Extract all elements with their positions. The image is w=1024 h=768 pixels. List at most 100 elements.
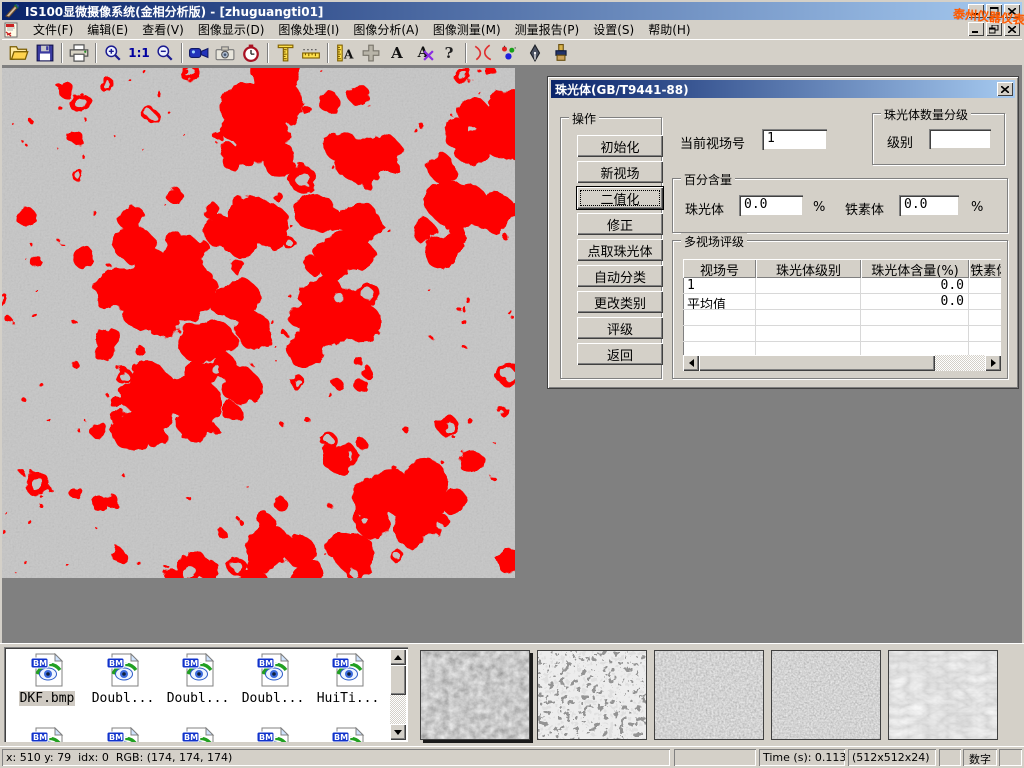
table-horizontal-scrollbar[interactable] <box>683 355 1001 371</box>
file-item[interactable]: Doubl... <box>88 653 158 706</box>
curve-measure-button[interactable] <box>470 41 496 65</box>
return-button[interactable]: 返回 <box>577 343 663 365</box>
pearlite-percent-input[interactable]: 0.0 <box>739 195 803 216</box>
operations-group-label: 操作 <box>569 110 599 127</box>
move-tool-button[interactable] <box>358 41 384 65</box>
initialize-button[interactable]: 初始化 <box>577 135 663 157</box>
scrollbar-thumb[interactable] <box>699 355 935 371</box>
actual-size-button[interactable]: 1:1 <box>126 41 152 65</box>
file-item[interactable] <box>163 727 233 742</box>
table-row[interactable]: 1 0.0 <box>683 278 1001 294</box>
delete-annotation-button[interactable]: A <box>410 41 436 65</box>
file-item[interactable]: Doubl... <box>238 653 308 706</box>
col-ferrite-content: 铁素体含量(%) <box>969 259 1001 278</box>
col-field-no: 视场号 <box>683 259 756 278</box>
app-icon <box>5 3 21 19</box>
title-bar: IS100显微摄像系统(金相分析版) - [zhuguangti01] <box>2 2 1022 20</box>
current-field-input[interactable]: 1 <box>762 129 827 150</box>
menu-bar: 文件(F) 编辑(E) 查看(V) 图像显示(D) 图像处理(I) 图像分析(A… <box>2 20 1022 39</box>
file-item[interactable]: Doubl... <box>163 653 233 706</box>
cell-grade <box>756 278 861 293</box>
correct-button[interactable]: 修正 <box>577 213 663 235</box>
zoom-in-button[interactable] <box>100 41 126 65</box>
file-item[interactable] <box>313 727 383 742</box>
menu-edit[interactable]: 编辑(E) <box>80 19 135 40</box>
toolbar-separator <box>61 43 63 63</box>
file-item[interactable] <box>238 727 308 742</box>
file-item[interactable] <box>12 727 82 742</box>
scroll-left-button[interactable] <box>683 355 699 371</box>
brush-tool-button[interactable] <box>548 41 574 65</box>
grade-button[interactable]: 评级 <box>577 317 663 339</box>
scrollbar-track[interactable] <box>935 355 985 371</box>
grade-level-group: 珠光体数量分级 级别 <box>872 113 1005 165</box>
menu-image-measure[interactable]: 图像测量(M) <box>426 19 508 40</box>
window-title: IS100显微摄像系统(金相分析版) - [zhuguangti01] <box>25 3 323 20</box>
scroll-down-button[interactable] <box>390 724 406 740</box>
thumbnail-3[interactable] <box>654 650 764 740</box>
change-class-button[interactable]: 更改类别 <box>577 291 663 313</box>
zoom-out-button[interactable] <box>152 41 178 65</box>
menu-image-analysis[interactable]: 图像分析(A) <box>346 19 426 40</box>
pearlite-percent-sign: % <box>813 200 825 215</box>
image-size-panel: (512x512x24) <box>848 749 936 766</box>
horizontal-ruler-button[interactable] <box>298 41 324 65</box>
level-input[interactable] <box>929 129 991 149</box>
file-list[interactable]: DKF.bmp Doubl... Doubl... Doubl... HuiTi… <box>4 647 408 742</box>
toolbar: 1:1 A A A ? <box>2 39 1022 66</box>
cursor-position-panel: x: 510 y: 79 idx: 0 RGB: (174, 174, 174) <box>2 749 670 766</box>
open-file-button[interactable] <box>6 41 32 65</box>
pearlite-label: 珠光体 <box>685 199 724 218</box>
dialog-title-bar: 珠光体(GB/T9441-88) <box>551 80 1015 98</box>
thumbnail-5[interactable] <box>888 650 998 740</box>
grading-table[interactable]: 视场号 珠光体级别 珠光体含量(%) 铁素体含量(%) 1 0.0 平均值 0.… <box>683 259 1001 355</box>
save-button[interactable] <box>32 41 58 65</box>
thumbnail-1[interactable] <box>420 650 530 740</box>
video-camera-button[interactable] <box>186 41 212 65</box>
dialog-close-button[interactable] <box>997 82 1013 96</box>
text-annotation-button[interactable]: A <box>384 41 410 65</box>
new-field-button[interactable]: 新视场 <box>577 161 663 183</box>
capture-camera-button[interactable] <box>212 41 238 65</box>
auto-classify-button[interactable]: 自动分类 <box>577 265 663 287</box>
file-item[interactable]: DKF.bmp <box>12 653 82 706</box>
file-list-scrollbar[interactable] <box>390 649 406 740</box>
print-button[interactable] <box>66 41 92 65</box>
file-item[interactable]: HuiTi... <box>313 653 383 706</box>
ferrite-percent-input[interactable]: 0.0 <box>899 195 959 216</box>
help-button[interactable]: ? <box>436 41 462 65</box>
table-row-empty <box>683 342 1001 355</box>
cell-ferrite-content <box>969 294 1001 309</box>
toolbar-separator <box>327 43 329 63</box>
menu-file[interactable]: 文件(F) <box>26 19 80 40</box>
cell-field-no: 平均值 <box>683 294 756 309</box>
timer-button[interactable] <box>238 41 264 65</box>
scroll-up-button[interactable] <box>390 649 406 665</box>
pen-tool-button[interactable] <box>522 41 548 65</box>
cell-pearlite-content: 0.0 <box>861 294 969 309</box>
vertical-ruler-button[interactable] <box>272 41 298 65</box>
scroll-right-button[interactable] <box>985 355 1001 371</box>
metallographic-image[interactable] <box>2 68 515 578</box>
menu-image-display[interactable]: 图像显示(D) <box>191 19 272 40</box>
table-row[interactable]: 平均值 0.0 <box>683 294 1001 310</box>
menu-help[interactable]: 帮助(H) <box>641 19 697 40</box>
menu-settings[interactable]: 设置(S) <box>586 19 641 40</box>
multi-field-group-label: 多视场评级 <box>681 233 747 250</box>
binarize-button[interactable]: 二值化 <box>577 187 663 209</box>
calibration-button[interactable]: A <box>332 41 358 65</box>
thumbnail-2[interactable] <box>537 650 647 740</box>
pick-pearlite-button[interactable]: 点取珠光体 <box>577 239 663 261</box>
time-panel: Time (s): 0.113 <box>759 749 845 766</box>
col-pearlite-grade: 珠光体级别 <box>756 259 861 278</box>
count-points-button[interactable] <box>496 41 522 65</box>
file-item[interactable] <box>88 727 158 742</box>
menu-view[interactable]: 查看(V) <box>135 19 191 40</box>
mode-panel: 数字 <box>963 749 997 766</box>
menu-image-process[interactable]: 图像处理(I) <box>271 19 346 40</box>
thumbnail-4[interactable] <box>771 650 881 740</box>
menu-report[interactable]: 测量报告(P) <box>508 19 587 40</box>
document-icon <box>4 22 22 38</box>
scrollbar-thumb[interactable] <box>390 665 406 695</box>
grade-level-group-label: 珠光体数量分级 <box>881 106 971 123</box>
